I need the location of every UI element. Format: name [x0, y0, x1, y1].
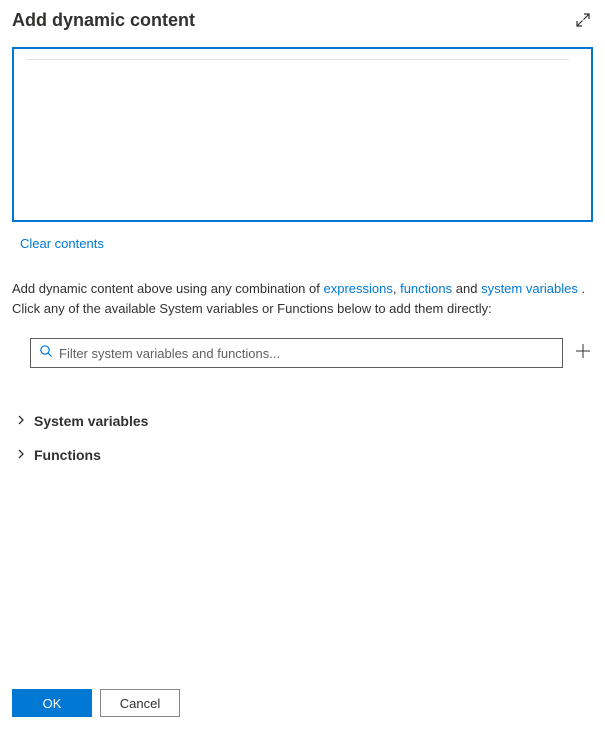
filter-input-container[interactable]: [30, 338, 563, 368]
ok-button[interactable]: OK: [12, 689, 92, 717]
system-variables-link[interactable]: system variables: [481, 281, 578, 296]
expression-textarea[interactable]: [20, 55, 585, 214]
expressions-link[interactable]: expressions: [323, 281, 392, 296]
dialog-title: Add dynamic content: [12, 10, 195, 31]
filter-row: [12, 338, 593, 368]
dialog-footer: OK Cancel: [0, 677, 605, 729]
help-sep2: and: [452, 281, 481, 296]
cancel-button[interactable]: Cancel: [100, 689, 180, 717]
clear-contents-link[interactable]: Clear contents: [20, 236, 104, 251]
filter-input[interactable]: [59, 346, 554, 361]
functions-link[interactable]: functions: [400, 281, 452, 296]
search-icon: [39, 344, 53, 363]
section-system-variables[interactable]: System variables: [16, 408, 593, 434]
chevron-right-icon: [16, 412, 26, 430]
expression-editor[interactable]: [12, 47, 593, 222]
dialog-header: Add dynamic content: [0, 0, 605, 47]
help-sep1: ,: [393, 281, 400, 296]
help-text: Add dynamic content above using any comb…: [12, 279, 593, 318]
section-label: System variables: [34, 413, 148, 429]
help-prefix: Add dynamic content above using any comb…: [12, 281, 323, 296]
plus-icon[interactable]: [573, 342, 593, 365]
dialog-content: Clear contents Add dynamic content above…: [0, 47, 605, 677]
expand-icon[interactable]: [573, 10, 593, 35]
section-label: Functions: [34, 447, 101, 463]
chevron-right-icon: [16, 446, 26, 464]
sections: System variables Functions: [12, 408, 593, 468]
section-functions[interactable]: Functions: [16, 442, 593, 468]
